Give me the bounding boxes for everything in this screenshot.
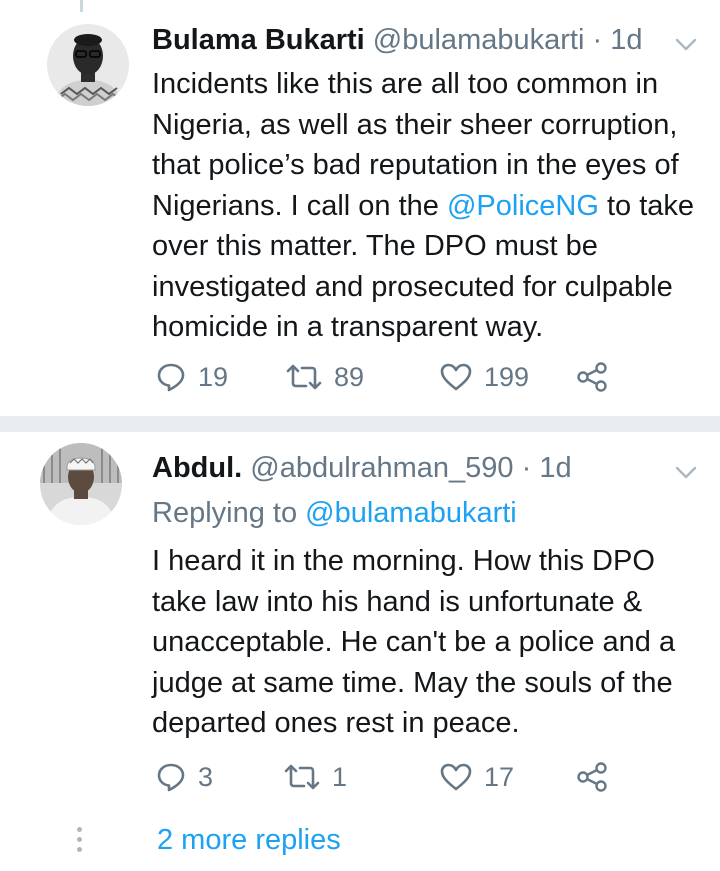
- tweet-text: I heard it in the morning. How this DPO …: [152, 545, 676, 739]
- replying-to-link[interactable]: @bulamabukarti: [305, 497, 517, 529]
- chevron-down-icon[interactable]: [674, 32, 698, 56]
- avatar[interactable]: [40, 443, 122, 525]
- retweet-icon: [286, 364, 322, 390]
- retweet-count: 1: [332, 761, 348, 792]
- heart-icon: [440, 763, 472, 791]
- reply-button[interactable]: 19: [156, 357, 228, 397]
- action-bar: 3 1 17: [156, 757, 676, 797]
- tweet[interactable]: Bulama Bukarti @bulamabukarti · 1d Incid…: [0, 0, 720, 416]
- reply-count: 19: [198, 361, 229, 392]
- like-button[interactable]: 199: [440, 357, 529, 397]
- retweet-button[interactable]: 1: [284, 757, 347, 797]
- like-count: 199: [484, 361, 530, 392]
- display-name[interactable]: Bulama Bukarti: [152, 24, 365, 56]
- tweet[interactable]: Abdul. @abdulrahman_590 · 1d Replying to…: [0, 432, 720, 871]
- tweet-divider: [0, 416, 720, 432]
- mention-link[interactable]: @PoliceNG: [447, 190, 599, 222]
- heart-icon: [440, 363, 472, 391]
- thread-dots: [77, 827, 83, 857]
- like-button[interactable]: 17: [440, 757, 514, 797]
- share-button[interactable]: [576, 357, 608, 397]
- tweet-header: Bulama Bukarti @bulamabukarti · 1d: [152, 22, 642, 58]
- replying-to: Replying to @bulamabukarti: [152, 495, 517, 531]
- share-button[interactable]: [576, 757, 608, 797]
- display-name[interactable]: Abdul.: [152, 452, 242, 484]
- retweet-button[interactable]: 89: [286, 357, 364, 397]
- retweet-count: 89: [334, 361, 365, 392]
- like-count: 17: [484, 761, 515, 792]
- separator-dot: ·: [521, 452, 532, 484]
- tweet-header: Abdul. @abdulrahman_590 · 1d: [152, 450, 572, 486]
- tweet-text: Incidents like this are all too common i…: [152, 64, 702, 348]
- reply-icon: [157, 363, 185, 392]
- reply-button[interactable]: 3: [156, 757, 213, 797]
- replying-prefix: Replying to: [152, 497, 306, 529]
- chevron-down-icon[interactable]: [674, 460, 698, 484]
- separator-dot: ·: [592, 24, 603, 56]
- reply-icon: [157, 763, 185, 792]
- timestamp[interactable]: 1d: [610, 24, 642, 56]
- action-bar: 19 89 199: [156, 357, 676, 397]
- timestamp[interactable]: 1d: [539, 452, 571, 484]
- share-icon: [577, 762, 607, 792]
- retweet-icon: [284, 764, 320, 790]
- share-icon: [577, 362, 607, 392]
- reply-count: 3: [198, 761, 214, 792]
- user-handle[interactable]: @bulamabukarti: [373, 24, 585, 56]
- user-handle[interactable]: @abdulrahman_590: [250, 452, 513, 484]
- more-replies-link[interactable]: 2 more replies: [157, 822, 341, 858]
- avatar[interactable]: [47, 24, 129, 106]
